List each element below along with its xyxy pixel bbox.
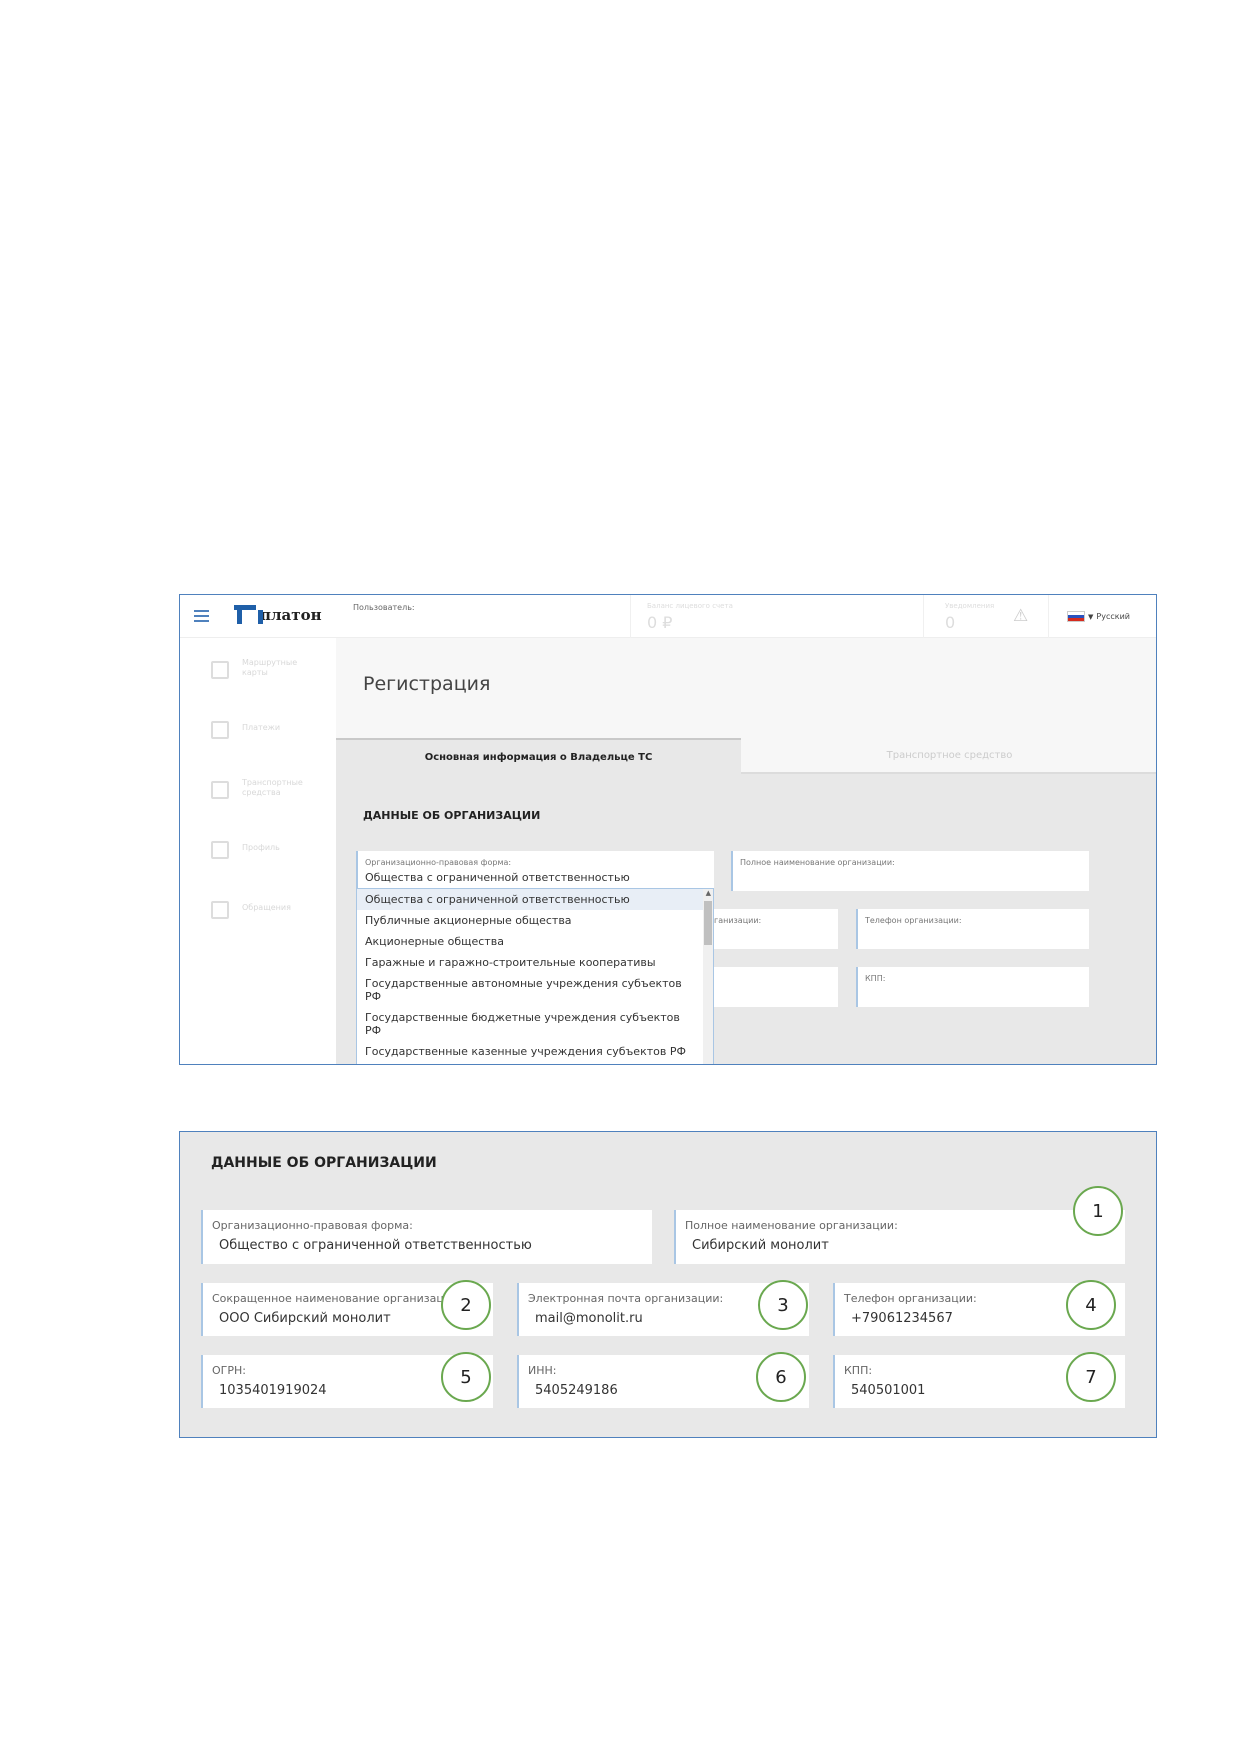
- dropdown-scrollbar[interactable]: ▲: [703, 889, 713, 1064]
- inn-field[interactable]: [714, 967, 838, 1007]
- dropdown-option[interactable]: Государственные казенные учреждения субъ…: [357, 1041, 713, 1062]
- dropdown-option[interactable]: Гаражные и гаражно-строительные кооперат…: [357, 952, 713, 973]
- logo-text: платон: [260, 606, 322, 624]
- dropdown-option[interactable]: Государственные бюджетные учреждения суб…: [357, 1007, 713, 1041]
- field-label: Организационно-правовая форма:: [212, 1219, 413, 1232]
- logo[interactable]: платон: [234, 605, 322, 625]
- warning-icon: ⚠: [1013, 606, 1029, 626]
- field-value: 1035401919024: [219, 1383, 327, 1398]
- sidebar-item-payments[interactable]: Платежи: [180, 715, 336, 751]
- balance-label: Баланс лицевого счета: [647, 602, 733, 610]
- field-label: КПП:: [865, 974, 886, 983]
- field-value: Общества с ограниченной ответственностью: [365, 871, 630, 884]
- legal-form-dropdown[interactable]: Общества с ограниченной ответственностью…: [356, 888, 714, 1064]
- kpp-field[interactable]: КПП:: [856, 967, 1089, 1007]
- notifications-count: 0: [945, 613, 956, 632]
- tab-owner-info[interactable]: Основная информация о Владельце ТС: [336, 738, 741, 774]
- menu-icon[interactable]: [194, 610, 209, 622]
- field-label: Полное наименование организации:: [740, 858, 895, 867]
- dropdown-option[interactable]: Акционерные общества: [357, 931, 713, 952]
- callout-badge-3: 3: [758, 1280, 808, 1330]
- wallet-icon: [211, 721, 229, 739]
- field-value: +79061234567: [851, 1311, 953, 1326]
- legal-form-field[interactable]: Организационно-правовая форма: Общество …: [201, 1210, 652, 1264]
- balance-block[interactable]: Баланс лицевого счета 0 ₽: [630, 595, 924, 638]
- field-label: Телефон организации:: [844, 1292, 977, 1305]
- sidebar-item-label: Маршрутные карты: [242, 658, 298, 677]
- field-value: 5405249186: [535, 1383, 618, 1398]
- field-label: Сокращенное наименование организации:: [212, 1292, 462, 1305]
- dropdown-option[interactable]: Публичные акционерные общества: [357, 910, 713, 931]
- callout-badge-1: 1: [1073, 1186, 1123, 1236]
- field-label: КПП:: [844, 1364, 873, 1377]
- field-label: ИНН:: [528, 1364, 557, 1377]
- field-value: Сибирский монолит: [692, 1238, 829, 1253]
- dropdown-option[interactable]: Государственные автономные учреждения су…: [357, 973, 713, 1007]
- top-bar: платон Пользователь: Баланс лицевого сче…: [180, 595, 1156, 638]
- section-title: ДАННЫЕ ОБ ОРГАНИЗАЦИИ: [363, 809, 541, 822]
- field-label: Электронная почта организации:: [528, 1292, 724, 1305]
- profile-icon: [211, 841, 229, 859]
- organization-data-screenshot: ДАННЫЕ ОБ ОРГАНИЗАЦИИ Организационно-пра…: [179, 1131, 1157, 1438]
- callout-badge-6: 6: [756, 1352, 806, 1402]
- caret-down-icon: ▼: [1088, 612, 1094, 621]
- balance-value: 0 ₽: [647, 613, 673, 632]
- phone-field[interactable]: Телефон организации:: [856, 909, 1089, 949]
- user-label: Пользователь:: [353, 603, 415, 612]
- callout-badge-2: 2: [441, 1280, 491, 1330]
- notifications-label: Уведомления: [945, 602, 995, 610]
- language-selector[interactable]: ▼ Русский: [1067, 611, 1130, 622]
- field-label: Полное наименование организации:: [685, 1219, 898, 1232]
- page-title: Регистрация: [363, 673, 491, 695]
- sidebar-item-label: Транспортные средства: [242, 778, 303, 797]
- sidebar-item-label: Профиль: [242, 843, 280, 852]
- language-label: Русский: [1096, 612, 1130, 621]
- email-field[interactable]: ганизации:: [714, 909, 838, 949]
- field-value: 540501001: [851, 1383, 926, 1398]
- callout-badge-7: 7: [1066, 1352, 1116, 1402]
- field-label: ОГРН:: [212, 1364, 246, 1377]
- notifications-block[interactable]: Уведомления 0 ⚠: [925, 595, 1049, 638]
- sidebar-item-profile[interactable]: Профиль: [180, 835, 336, 871]
- scrollbar-thumb[interactable]: [704, 901, 712, 945]
- sidebar-item-label: Обращения: [242, 903, 291, 912]
- sidebar-item-label: Платежи: [242, 723, 281, 732]
- russian-flag-icon: [1067, 611, 1085, 622]
- sidebar-item-vehicles[interactable]: Транспортные средства: [180, 775, 336, 811]
- section-title: ДАННЫЕ ОБ ОРГАНИЗАЦИИ: [211, 1155, 437, 1171]
- full-name-field[interactable]: Полное наименование организации: Сибирск…: [674, 1210, 1125, 1264]
- dropdown-option[interactable]: Общества с ограниченной ответственностью: [357, 889, 713, 910]
- registration-screenshot: Маршрутные карты Платежи Транспортные ср…: [179, 594, 1157, 1065]
- callout-badge-5: 5: [441, 1352, 491, 1402]
- field-label: Телефон организации:: [865, 916, 962, 925]
- map-icon: [211, 661, 229, 679]
- legal-form-select[interactable]: Организационно-правовая форма: Общества …: [356, 851, 714, 888]
- field-value: Общество с ограниченной ответственностью: [219, 1238, 532, 1253]
- tab-vehicle[interactable]: Транспортное средство: [741, 738, 1156, 774]
- field-label: Организационно-правовая форма:: [365, 858, 512, 867]
- sidebar-item-route-maps[interactable]: Маршрутные карты: [180, 655, 336, 691]
- sidebar-item-requests[interactable]: Обращения: [180, 895, 336, 931]
- chat-icon: [211, 901, 229, 919]
- callout-badge-4: 4: [1066, 1280, 1116, 1330]
- field-value: ООО Сибирский монолит: [219, 1311, 391, 1326]
- field-value: mail@monolit.ru: [535, 1311, 643, 1326]
- field-label: ганизации:: [714, 916, 762, 925]
- truck-icon: [211, 781, 229, 799]
- sidebar: Маршрутные карты Платежи Транспортные ср…: [180, 595, 336, 1064]
- platon-logo-icon: [234, 605, 263, 625]
- full-name-field[interactable]: Полное наименование организации:: [731, 851, 1089, 891]
- scroll-up-icon[interactable]: ▲: [706, 889, 711, 897]
